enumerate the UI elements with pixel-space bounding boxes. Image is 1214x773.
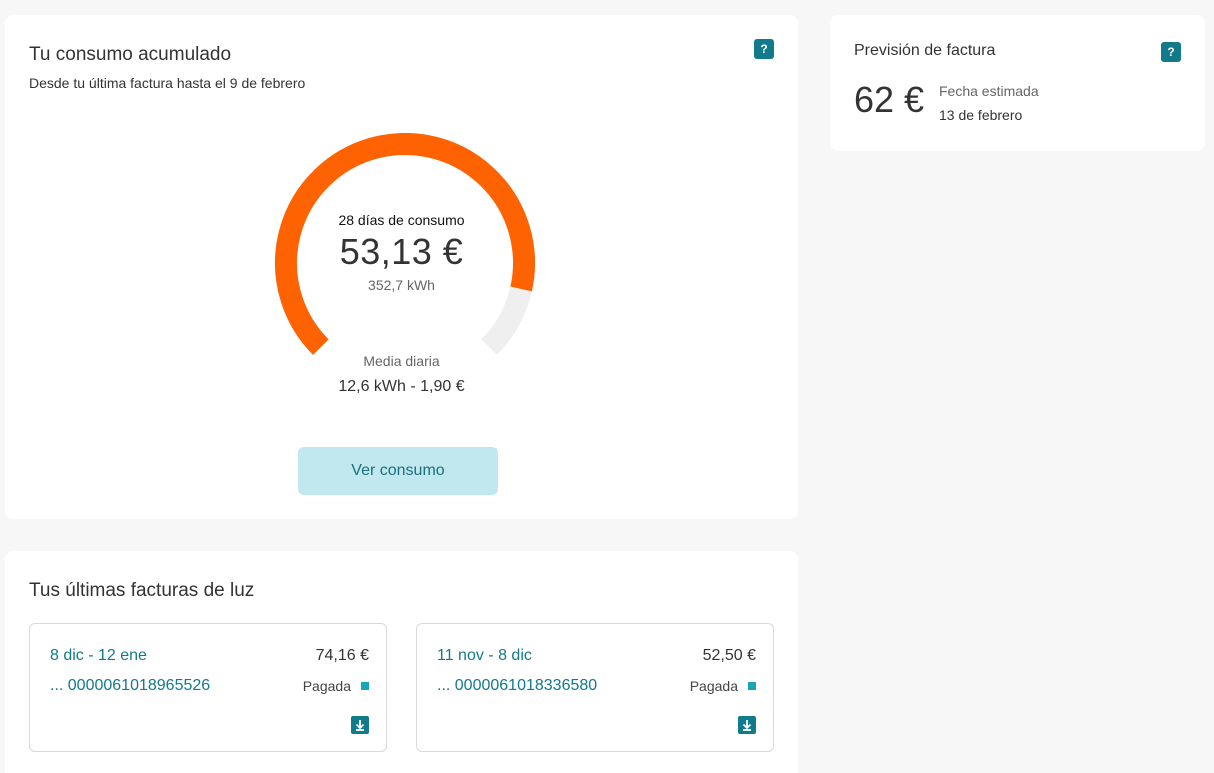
- invoice-period[interactable]: 11 nov - 8 dic: [437, 647, 532, 665]
- consumption-amount: 53,13 €: [339, 231, 464, 272]
- invoices-title: Tus últimas facturas de luz: [29, 580, 255, 601]
- status-dot-icon: [748, 682, 756, 690]
- daily-average-label: Media diaria: [363, 353, 440, 369]
- invoice-amount: 74,16 €: [315, 647, 369, 664]
- forecast-date-value: 13 de febrero: [939, 107, 1023, 123]
- invoice-period[interactable]: 8 dic - 12 ene: [50, 647, 147, 665]
- consumption-days: 28 días de consumo: [338, 212, 465, 228]
- ver-consumo-button[interactable]: Ver consumo: [298, 447, 498, 495]
- invoices-card: Tus últimas facturas de luz 8 dic - 12 e…: [5, 551, 798, 773]
- invoice-status: Pagada: [302, 678, 351, 694]
- consumption-subtitle: Desde tu última factura hasta el 9 de fe…: [29, 75, 306, 91]
- forecast-amount: 62 €: [854, 79, 925, 120]
- consumption-kwh: 352,7 kWh: [368, 277, 435, 293]
- invoice-status: Pagada: [689, 678, 738, 694]
- invoice-item[interactable]: 11 nov - 8 dic 52,50 € ... 0000061018336…: [416, 623, 774, 752]
- download-icon[interactable]: [351, 716, 369, 734]
- status-dot-icon: [361, 682, 369, 690]
- invoice-item[interactable]: 8 dic - 12 ene 74,16 € ... 0000061018965…: [29, 623, 387, 752]
- forecast-help-icon[interactable]: ?: [1161, 42, 1181, 62]
- invoice-number[interactable]: ... 0000061018336580: [437, 677, 597, 695]
- consumption-help-icon[interactable]: ?: [754, 39, 774, 59]
- forecast-title: Previsión de factura: [854, 42, 996, 59]
- consumption-card: Tu consumo acumulado ? Desde tu última f…: [5, 15, 798, 519]
- invoice-number[interactable]: ... 0000061018965526: [50, 677, 210, 695]
- invoice-amount: 52,50 €: [702, 647, 756, 664]
- forecast-date-label: Fecha estimada: [939, 83, 1039, 99]
- daily-average-value: 12,6 kWh - 1,90 €: [338, 378, 465, 395]
- forecast-card: Previsión de factura ? 62 € Fecha estima…: [830, 15, 1205, 151]
- consumption-title: Tu consumo acumulado: [29, 44, 232, 65]
- download-icon[interactable]: [738, 716, 756, 734]
